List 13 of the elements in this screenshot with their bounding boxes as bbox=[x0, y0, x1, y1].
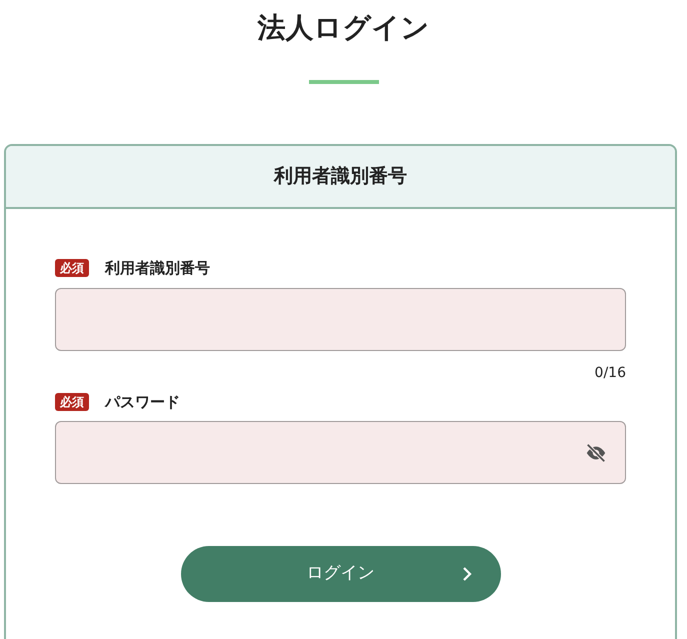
field-label: 利用者識別番号 bbox=[105, 258, 210, 279]
page-title: 法人ログイン bbox=[256, 10, 430, 46]
required-badge: 必須 bbox=[55, 392, 89, 411]
card-header: 利用者識別番号 bbox=[6, 146, 675, 209]
title-underline bbox=[308, 80, 378, 84]
input-field[interactable] bbox=[55, 288, 626, 350]
chevron-right-icon bbox=[460, 565, 472, 583]
eye-slash-icon[interactable] bbox=[585, 442, 607, 464]
required-badge: 必須 bbox=[55, 259, 89, 278]
character-counter: 0/16 bbox=[594, 364, 626, 382]
field-label: パスワード bbox=[105, 392, 180, 412]
login-button[interactable]: ログイン bbox=[180, 546, 500, 602]
password-field[interactable] bbox=[55, 421, 626, 484]
